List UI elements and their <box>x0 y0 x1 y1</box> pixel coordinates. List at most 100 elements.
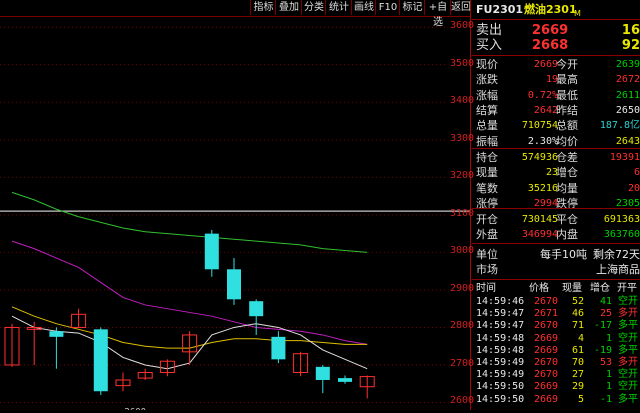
tick-volume: 27 <box>571 369 584 381</box>
toolbar-button-8[interactable]: 返回 <box>450 0 471 15</box>
price-axis-tick: 3600 <box>450 20 475 32</box>
instrument-name: 燃油2301 <box>524 3 577 16</box>
unit-value: 每手10吨 <box>540 248 587 261</box>
tick-type: 多平 <box>618 320 638 332</box>
tick-time: 14:59:49 <box>476 369 525 381</box>
buy-price: 2668 <box>532 38 569 53</box>
tick-time: 14:59:50 <box>476 393 525 405</box>
tick-price: 2669 <box>534 393 559 405</box>
price-chart[interactable]: ←2600 <box>0 16 470 413</box>
stat-label: 今开 <box>556 58 578 71</box>
tick-price: 2670 <box>534 320 559 332</box>
candlestick-chart-svg[interactable]: ←2600 <box>0 16 470 413</box>
quote-panel: FU2301 燃油2301 M 卖出 2669 16 买入 2668 92 现价… <box>472 0 640 410</box>
tick-type: 空开 <box>618 381 638 393</box>
price-axis-tick: 3100 <box>450 207 475 219</box>
stat-value: 2643 <box>615 135 640 147</box>
price-axis-tick: 3300 <box>450 132 475 144</box>
candle-body <box>49 331 64 337</box>
stat-label: 开仓 <box>476 213 498 226</box>
stat-value: 2611 <box>615 89 640 101</box>
toolbar-button-0[interactable]: 指标 <box>250 0 276 15</box>
candle-body <box>315 366 330 380</box>
toolbar-button-2[interactable]: 分类 <box>301 0 326 15</box>
stat-value: 0.72% <box>527 89 558 101</box>
stat-row: 总量 710754 总额 187.8亿 <box>472 119 640 132</box>
stat-label: 结算 <box>476 103 498 117</box>
stat-value: 363760 <box>603 229 640 241</box>
col-price: 价格 <box>529 283 549 294</box>
tick-row: 14:59:49 2670 27 1 空开 <box>472 369 640 381</box>
stat-label: 振幅 <box>476 134 498 148</box>
tick-oi-change: -1 <box>599 393 612 405</box>
stat-label: 总量 <box>476 119 498 133</box>
stat-label: 现价 <box>476 58 498 71</box>
tick-time: 14:59:48 <box>476 332 525 344</box>
stat-label: 内盘 <box>556 228 578 242</box>
tick-oi-change: 1 <box>605 332 612 344</box>
price-axis-tick: 2600 <box>450 395 475 407</box>
sell-label: 卖出 <box>476 23 503 38</box>
divider <box>472 19 640 20</box>
remaining-days: 剩余72天 <box>593 248 640 261</box>
tick-row: 14:59:48 2669 4 1 空开 <box>472 333 640 345</box>
ma-line-1 <box>11 240 368 345</box>
stat-value: 710754 <box>521 120 558 132</box>
tick-price: 2669 <box>534 332 559 344</box>
toolbar-button-1[interactable]: 叠加 <box>275 0 302 15</box>
tick-price: 2669 <box>534 381 559 393</box>
candle-body <box>204 233 219 270</box>
toolbar-button-4[interactable]: 画线 <box>351 0 376 15</box>
toolbar-button-6[interactable]: 标记 <box>399 0 425 15</box>
price-axis-tick: 3400 <box>450 95 475 107</box>
candle-body <box>227 269 241 300</box>
stat-value: 6 <box>633 167 640 179</box>
stat-row: 笔数 35216 均量 20 <box>472 182 640 195</box>
buy-quote[interactable]: 买入 2668 92 <box>472 38 640 54</box>
sell-quote[interactable]: 卖出 2669 16 <box>472 23 640 39</box>
sell-price: 2669 <box>532 23 569 38</box>
stat-value: 187.8亿 <box>599 120 640 132</box>
tick-volume: 46 <box>571 308 584 320</box>
candle-body <box>93 329 108 392</box>
stat-value: 2642 <box>533 104 558 116</box>
buy-volume: 92 <box>621 38 640 53</box>
tick-time: 14:59:49 <box>476 357 525 368</box>
divider <box>472 243 640 244</box>
instrument-header: FU2301 燃油2301 M <box>472 3 640 18</box>
stat-value: 2639 <box>615 59 640 70</box>
candle-body <box>338 378 352 382</box>
unit-row: 单位 每手10吨 剩余72天 <box>472 248 640 261</box>
stat-value: 730145 <box>521 214 558 225</box>
tick-volume: 52 <box>571 296 584 307</box>
tick-row: 14:59:48 2669 61 -19 多平 <box>472 345 640 357</box>
tick-time: 14:59:50 <box>476 381 525 393</box>
tick-type: 空开 <box>618 332 638 344</box>
stat-value: 20 <box>627 182 640 194</box>
stat-label: 昨结 <box>556 103 578 117</box>
col-oi-change: 增仓 <box>590 283 610 294</box>
col-volume: 现量 <box>562 283 582 294</box>
tick-time: 14:59:47 <box>476 308 525 320</box>
stat-row: 现价 2669 今开 2639 <box>472 58 640 71</box>
ticks-header: 时间 价格 现量 增仓 开平 <box>472 282 640 295</box>
stat-label: 外盘 <box>476 228 498 242</box>
toolbar-button-3[interactable]: 统计 <box>325 0 352 15</box>
stat-label: 最高 <box>556 73 578 87</box>
tick-price: 2670 <box>534 369 559 381</box>
toolbar-button-7[interactable]: +自选 <box>424 0 451 28</box>
tick-row: 14:59:50 2669 5 -1 多平 <box>472 394 640 406</box>
stat-row: 振幅 2.30% 均价 2643 <box>472 135 640 148</box>
tick-type: 多平 <box>618 344 638 356</box>
stat-row: 结算 2642 昨结 2650 <box>472 104 640 117</box>
stat-label: 涨幅 <box>476 88 498 102</box>
tick-oi-change: 25 <box>599 308 612 320</box>
stat-label: 现量 <box>476 166 498 180</box>
stat-row: 涨幅 0.72% 最低 2611 <box>472 89 640 102</box>
toolbar-button-5[interactable]: F10 <box>375 0 400 15</box>
stat-value: 35216 <box>527 182 558 194</box>
stat-row: 开仓 730145 平仓 691363 <box>472 213 640 226</box>
price-axis-tick: 3500 <box>450 57 475 69</box>
stat-label: 笔数 <box>476 181 498 195</box>
chart-toolbar: 指标 叠加 分类 统计 画线 F10 标记 +自选 返回 <box>0 0 471 28</box>
